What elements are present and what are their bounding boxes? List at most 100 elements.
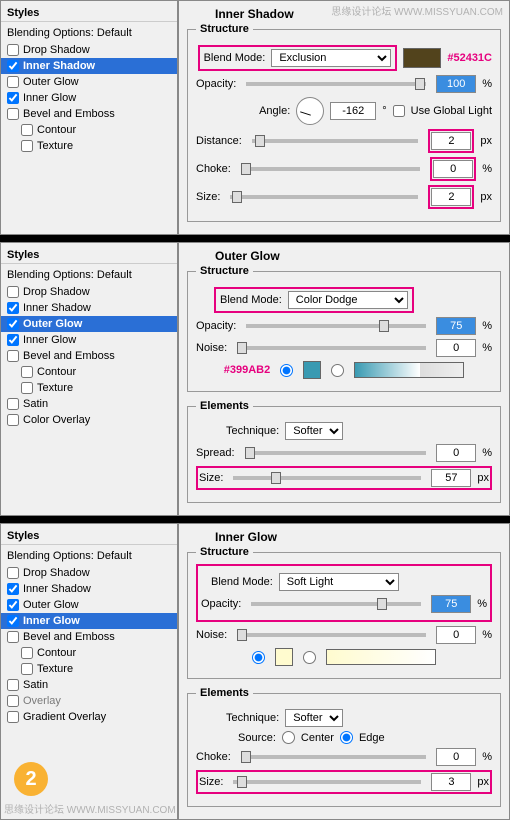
- effect-contour[interactable]: Contour: [1, 122, 177, 138]
- opacity-input[interactable]: [431, 595, 471, 613]
- styles-panel: Styles Blending Options: Default Drop Sh…: [0, 242, 178, 516]
- styles-panel: Styles Blending Options: Default Drop Sh…: [0, 0, 178, 235]
- size-slider[interactable]: [233, 780, 421, 784]
- effect-inner-shadow[interactable]: Inner Shadow: [1, 58, 177, 74]
- effect-texture[interactable]: Texture: [1, 380, 177, 396]
- effect-drop-shadow[interactable]: Drop Shadow: [1, 42, 177, 58]
- global-light-checkbox[interactable]: [393, 105, 405, 117]
- watermark: 思缘设计论坛 WWW.MISSYUAN.COM: [4, 801, 176, 816]
- blend-mode-select[interactable]: Color Dodge: [288, 291, 408, 309]
- structure-group: Structure Blend Mode: Color Dodge Opacit…: [187, 265, 501, 392]
- effect-drop-shadow[interactable]: Drop Shadow: [1, 565, 177, 581]
- noise-slider[interactable]: [237, 633, 426, 637]
- spread-input[interactable]: [436, 444, 476, 462]
- effect-inner-glow[interactable]: Inner Glow: [1, 332, 177, 348]
- styles-panel: Styles Blending Options: Default Drop Sh…: [0, 523, 178, 820]
- styles-header: Styles: [1, 5, 177, 22]
- size-slider[interactable]: [233, 476, 421, 480]
- noise-input[interactable]: [436, 339, 476, 357]
- glow-solid-radio[interactable]: [252, 651, 265, 664]
- noise-slider[interactable]: [237, 346, 426, 350]
- angle-label: Angle:: [259, 105, 290, 117]
- outer-glow-checkbox[interactable]: [7, 76, 19, 88]
- effect-bevel-emboss[interactable]: Bevel and Emboss: [1, 629, 177, 645]
- panel-title: Inner Glow: [215, 530, 501, 544]
- blending-options[interactable]: Blending Options: Default: [1, 266, 177, 284]
- drop-shadow-checkbox[interactable]: [7, 44, 19, 56]
- angle-dial[interactable]: [296, 97, 324, 125]
- effect-inner-glow[interactable]: Inner Glow: [1, 613, 177, 629]
- contour-checkbox[interactable]: [21, 124, 33, 136]
- glow-solid-radio[interactable]: [280, 364, 293, 377]
- effect-satin[interactable]: Satin: [1, 677, 177, 693]
- bevel-checkbox[interactable]: [7, 108, 19, 120]
- size-input[interactable]: [431, 773, 471, 791]
- effect-inner-shadow[interactable]: Inner Shadow: [1, 300, 177, 316]
- opacity-slider[interactable]: [251, 602, 421, 606]
- choke-input[interactable]: [433, 160, 473, 178]
- spread-slider[interactable]: [245, 451, 427, 455]
- blend-mode-row: Blend Mode: Exclusion: [198, 45, 398, 71]
- distance-slider[interactable]: [252, 139, 419, 143]
- inner-shadow-checkbox[interactable]: [7, 60, 19, 72]
- opacity-input[interactable]: [436, 317, 476, 335]
- size-input[interactable]: [431, 469, 471, 487]
- color-swatch[interactable]: [403, 48, 441, 68]
- effect-bevel-emboss[interactable]: Bevel and Emboss: [1, 106, 177, 122]
- effect-satin[interactable]: Satin: [1, 396, 177, 412]
- styles-header: Styles: [1, 528, 177, 545]
- technique-select[interactable]: Softer: [285, 422, 343, 440]
- glow-gradient-select[interactable]: [354, 362, 464, 378]
- blend-mode-row: Blend Mode: Color Dodge: [214, 287, 414, 313]
- blend-mode-label: Blend Mode:: [204, 52, 266, 64]
- glow-color-swatch[interactable]: [303, 361, 321, 379]
- size-label: Size:: [196, 191, 220, 203]
- blend-mode-select[interactable]: Soft Light: [279, 573, 399, 591]
- effect-contour[interactable]: Contour: [1, 645, 177, 661]
- effect-inner-glow[interactable]: Inner Glow: [1, 90, 177, 106]
- opacity-label: Opacity:: [196, 78, 236, 90]
- inner-glow-checkbox[interactable]: [7, 92, 19, 104]
- effect-outer-glow[interactable]: Outer Glow: [1, 316, 177, 332]
- distance-input[interactable]: [431, 132, 471, 150]
- glow-gradient-select[interactable]: [326, 649, 436, 665]
- color-annotation: #399AB2: [224, 364, 270, 376]
- effect-gradient-overlay[interactable]: Gradient Overlay: [1, 709, 177, 725]
- section-inner-shadow: Styles Blending Options: Default Drop Sh…: [0, 0, 510, 235]
- glow-gradient-radio[interactable]: [303, 651, 316, 664]
- color-annotation: #52431C: [447, 52, 492, 64]
- glow-color-swatch[interactable]: [275, 648, 293, 666]
- choke-slider[interactable]: [241, 755, 426, 759]
- blending-options[interactable]: Blending Options: Default: [1, 547, 177, 565]
- effect-bevel-emboss[interactable]: Bevel and Emboss: [1, 348, 177, 364]
- effect-drop-shadow[interactable]: Drop Shadow: [1, 284, 177, 300]
- size-input[interactable]: [431, 188, 471, 206]
- effect-texture[interactable]: Texture: [1, 138, 177, 154]
- source-center-radio[interactable]: [282, 731, 295, 744]
- size-slider[interactable]: [230, 195, 418, 199]
- noise-input[interactable]: [436, 626, 476, 644]
- effect-texture[interactable]: Texture: [1, 661, 177, 677]
- blending-options[interactable]: Blending Options: Default: [1, 24, 177, 42]
- effect-color-overlay[interactable]: Color Overlay: [1, 412, 177, 428]
- opacity-slider[interactable]: [246, 324, 426, 328]
- blend-mode-select[interactable]: Exclusion: [271, 49, 391, 67]
- effect-contour[interactable]: Contour: [1, 364, 177, 380]
- choke-slider[interactable]: [241, 167, 420, 171]
- glow-gradient-radio[interactable]: [331, 364, 344, 377]
- inner-shadow-options: 思缘设计论坛 WWW.MISSYUAN.COM Inner Shadow Str…: [178, 0, 510, 235]
- structure-legend: Structure: [196, 23, 253, 35]
- opacity-input[interactable]: [436, 75, 476, 93]
- step-badge: 2: [14, 762, 48, 796]
- choke-input[interactable]: [436, 748, 476, 766]
- effect-outer-glow[interactable]: Outer Glow: [1, 597, 177, 613]
- angle-input[interactable]: [330, 102, 376, 120]
- distance-label: Distance:: [196, 135, 242, 147]
- effect-outer-glow[interactable]: Outer Glow: [1, 74, 177, 90]
- source-edge-radio[interactable]: [340, 731, 353, 744]
- texture-checkbox[interactable]: [21, 140, 33, 152]
- technique-select[interactable]: Softer: [285, 709, 343, 727]
- effect-inner-shadow[interactable]: Inner Shadow: [1, 581, 177, 597]
- opacity-slider[interactable]: [246, 82, 426, 86]
- effect-color-overlay[interactable]: Overlay: [1, 693, 177, 709]
